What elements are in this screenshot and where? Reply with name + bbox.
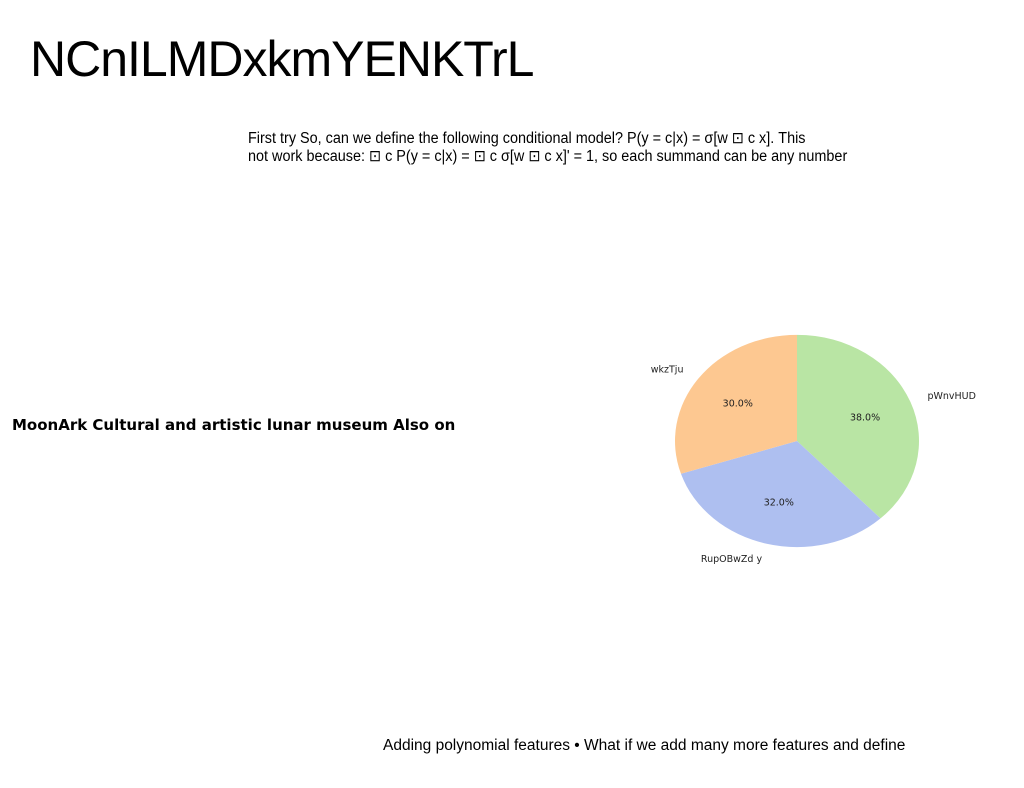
pie-percent-label-3: 30.0%	[723, 399, 753, 410]
side-caption: MoonArk Cultural and artistic lunar muse…	[12, 416, 456, 434]
pie-category-label-2: RupOBwZd y	[701, 554, 763, 565]
pie-category-label-3: wkzTju	[651, 364, 684, 375]
body-line-2: not work because: ⊡ c P(y = c|x) = ⊡ c σ…	[248, 148, 848, 165]
body-text: First try So, can we define the followin…	[248, 130, 890, 166]
pie-percent-label-1: 38.0%	[850, 413, 880, 424]
pie-chart: 38.0% pWnvHUD 32.0% RupOBwZd y 30.0% wkzTju	[651, 334, 976, 565]
body-line-1: First try So, can we define the followin…	[248, 130, 806, 147]
pie-category-label-1: pWnvHUD	[927, 391, 975, 402]
slide-title: NCnILMDxkmYENKTrL	[30, 31, 534, 87]
footer-text: Adding polynomial features • What if we …	[383, 737, 906, 754]
pie-percent-label-2: 32.0%	[764, 498, 794, 509]
